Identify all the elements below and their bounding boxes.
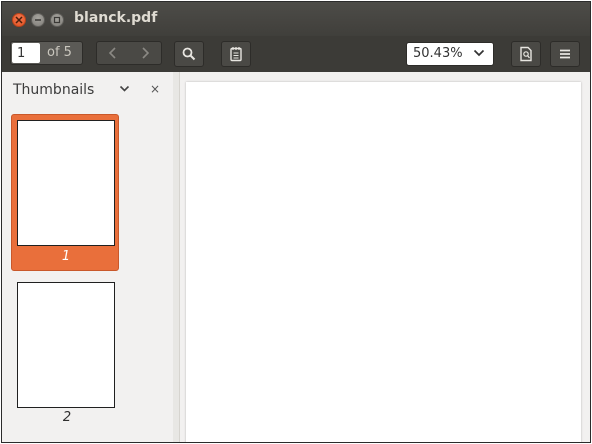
thumbnail-image	[17, 282, 115, 408]
chevron-left-icon	[108, 47, 116, 59]
minimize-window-button[interactable]	[31, 13, 45, 27]
document-view[interactable]	[180, 72, 590, 442]
current-page-input[interactable]	[12, 43, 40, 63]
document-bookmark-icon	[520, 46, 532, 62]
next-page-button[interactable]	[129, 42, 161, 64]
chevron-down-icon[interactable]	[119, 85, 130, 93]
search-icon	[182, 47, 196, 61]
close-sidebar-button[interactable]: ×	[150, 82, 160, 96]
sidebar-title: Thumbnails	[13, 82, 95, 98]
hamburger-menu-icon	[560, 49, 570, 59]
window-title: blanck.pdf	[74, 10, 158, 26]
annotations-button[interactable]	[221, 41, 251, 67]
sidebar-scrollbar[interactable]	[173, 72, 179, 442]
toolbar: of 5	[2, 36, 590, 72]
sidebar-header: Thumbnails ×	[2, 72, 180, 106]
zoom-level-dropdown[interactable]: 50.43%	[406, 42, 494, 66]
chevron-right-icon	[142, 47, 150, 59]
thumbnail-image	[17, 120, 115, 246]
document-page	[186, 82, 581, 442]
notepad-icon	[230, 47, 242, 62]
maximize-icon	[53, 16, 61, 24]
minimize-icon	[35, 19, 41, 21]
thumbnail-label: 1	[61, 249, 71, 264]
title-bar: blanck.pdf	[2, 2, 590, 36]
bookmarks-button[interactable]	[511, 41, 541, 67]
maximize-window-button[interactable]	[50, 13, 64, 27]
page-navigation-group	[96, 41, 162, 65]
main-menu-button[interactable]	[550, 41, 580, 67]
search-button[interactable]	[174, 41, 204, 67]
page-total-label: of 5	[47, 45, 72, 60]
thumbnail-page-2[interactable]: 2	[11, 280, 119, 430]
close-icon	[15, 16, 23, 24]
close-window-button[interactable]	[12, 13, 26, 27]
chevron-down-icon	[473, 49, 485, 57]
thumbnails-sidebar: Thumbnails × 1 2	[2, 72, 180, 442]
pdf-viewer-window: blanck.pdf of 5	[1, 1, 591, 443]
page-selector: of 5	[10, 41, 83, 65]
thumbnail-label: 2	[62, 410, 72, 425]
previous-page-button[interactable]	[97, 42, 129, 64]
zoom-value: 50.43%	[413, 46, 463, 61]
thumbnail-page-1[interactable]: 1	[11, 114, 119, 271]
